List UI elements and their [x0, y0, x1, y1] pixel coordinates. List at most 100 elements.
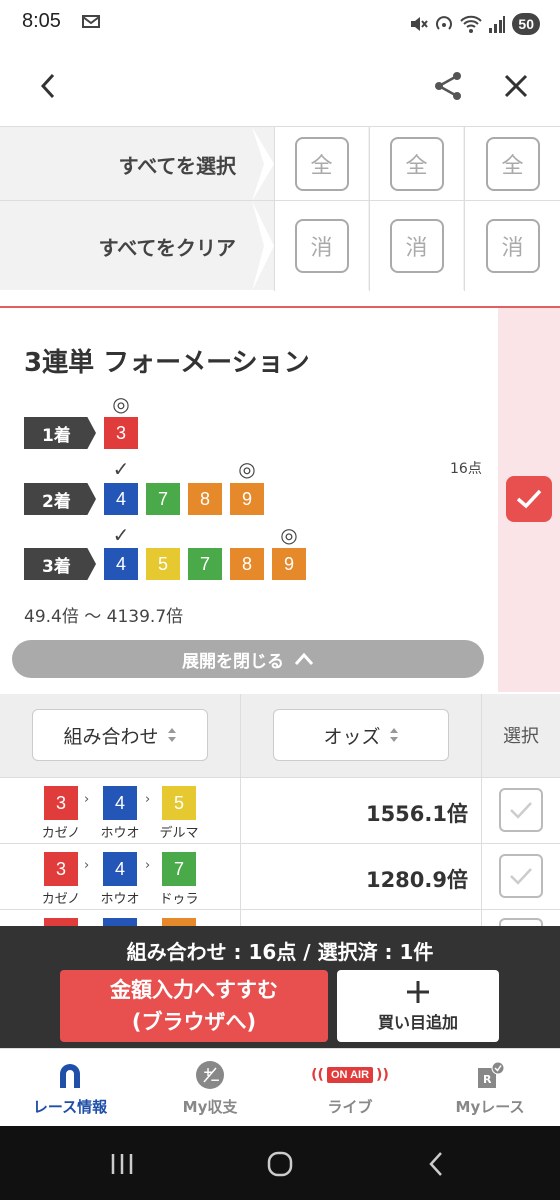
row-checkbox[interactable]	[499, 918, 543, 926]
third-number: 5	[146, 548, 180, 580]
combination-header-label: 組み合わせ	[63, 725, 159, 748]
status-bar: 8:05 50	[0, 0, 560, 48]
select-all-3-button[interactable]: 全	[485, 137, 540, 191]
tab-my-race[interactable]: R Myレース	[420, 1049, 560, 1127]
clear-all-1-button[interactable]: 消	[294, 219, 349, 273]
divider	[481, 778, 482, 844]
wifi-icon	[460, 15, 483, 33]
odds-value: 1280.9倍	[365, 868, 468, 892]
select-all-row: すべてを選択 全 全 全	[0, 126, 560, 201]
clear-all-cell-1: 消	[274, 201, 368, 291]
back-button[interactable]	[24, 62, 72, 110]
clear-all-3-button[interactable]: 消	[485, 219, 540, 273]
odds-header-label: オッズ	[323, 725, 381, 748]
close-button[interactable]	[492, 62, 540, 110]
third-number: 4	[104, 548, 138, 580]
first-place-label: 1着	[42, 425, 71, 446]
arrow-right-icon: ›	[84, 792, 90, 807]
combo-number: 3	[44, 786, 78, 820]
sort-combination-button[interactable]: 組み合わせ	[32, 709, 208, 761]
select-all-label: すべてを選択	[118, 153, 236, 178]
table-row[interactable]: 3 › 4 › 5 カゼノ ホウオ デルマ 1556.1倍	[0, 778, 560, 844]
svg-text:−: −	[210, 1073, 220, 1087]
plus-minus-icon: +−	[196, 1060, 224, 1089]
select-all-2-button[interactable]: 全	[389, 137, 444, 191]
collapse-label: 展開を閉じる	[182, 651, 284, 672]
chevron-up-icon	[294, 652, 314, 665]
clear-all-cell-3: 消	[464, 201, 560, 291]
third-number: 7	[188, 548, 222, 580]
top-bar	[0, 48, 560, 126]
signal-icon	[489, 16, 506, 33]
wave-right-icon: ))	[376, 1066, 389, 1083]
third-number: 9	[272, 548, 306, 580]
selection-summary: 組み合わせ : 16点 / 選択済 : 1件	[126, 940, 434, 964]
formation-select-checkbox[interactable]	[506, 476, 552, 522]
tab-label: Myレース	[455, 1097, 525, 1116]
clear-all-2-button[interactable]: 消	[389, 219, 444, 273]
second-number: 8	[188, 483, 222, 515]
select-all-cell-1: 全	[274, 127, 368, 201]
collapse-button[interactable]: 展開を閉じる	[12, 640, 484, 678]
honmei-mark-icon: ◎	[280, 523, 298, 547]
battery-level: 50	[512, 13, 540, 35]
horse-name: ホウオ	[100, 826, 140, 841]
table-row[interactable]	[0, 910, 560, 926]
row-arrow-icon	[252, 127, 274, 201]
honmei-mark-icon: ◎	[112, 392, 130, 416]
combo-number: 4	[103, 786, 137, 820]
back-icon	[429, 1152, 442, 1176]
arrow-right-icon: ›	[145, 792, 151, 807]
tab-label: レース情報	[32, 1097, 108, 1116]
horseshoe-icon	[60, 1063, 80, 1088]
second-number: 4	[104, 483, 138, 515]
second-place-tag: 2着	[24, 483, 96, 515]
tab-live[interactable]: (( ON AIR )) ライブ	[280, 1049, 420, 1127]
close-icon	[504, 74, 528, 98]
honmei-mark-icon: ◎	[238, 457, 256, 481]
clear-all-cell-2: 消	[369, 201, 463, 291]
row-checkbox[interactable]	[499, 854, 543, 898]
tab-bar: レース情報 + − My収支 (( ON AIR )) ライブ R Myレース	[0, 1048, 560, 1126]
sort-icon	[389, 728, 398, 742]
select-all-cell-2: 全	[369, 127, 463, 201]
divider	[240, 694, 241, 778]
sort-odds-button[interactable]: オッズ	[273, 709, 449, 761]
combo-number: 5	[162, 786, 196, 820]
home-button[interactable]	[252, 1144, 308, 1184]
add-bet-label: 買い目追加	[377, 1013, 458, 1032]
second-number: 7	[146, 483, 180, 515]
horse-name: ドゥラ	[159, 892, 199, 907]
combo-number: 4	[103, 852, 137, 886]
combo-number: 7	[162, 852, 196, 886]
second-number: 9	[230, 483, 264, 515]
recent-apps-button[interactable]	[94, 1144, 150, 1184]
mail-notification-icon	[82, 15, 100, 28]
third-number: 8	[230, 548, 264, 580]
wave-left-icon: ((	[311, 1066, 324, 1083]
home-icon	[267, 1151, 293, 1177]
tab-my-balance[interactable]: + − My収支	[140, 1049, 280, 1127]
system-back-button[interactable]	[408, 1144, 464, 1184]
divider	[240, 910, 241, 926]
table-header: 組み合わせ オッズ 選択	[0, 694, 560, 778]
proceed-to-amount-button[interactable]: 金額入力へすすむ (ブラウザへ)	[60, 970, 328, 1042]
row-checkbox[interactable]	[499, 788, 543, 832]
add-bet-button[interactable]: 買い目追加	[337, 970, 499, 1042]
tab-race-info[interactable]: レース情報	[0, 1049, 140, 1127]
tab-label: ライブ	[327, 1097, 373, 1116]
combo-number: 3	[44, 852, 78, 886]
chevron-left-icon	[40, 73, 55, 99]
table-row[interactable]: 3 › 4 › 7 カゼノ ホウオ ドゥラ 1280.9倍	[0, 844, 560, 910]
proceed-label-line1: 金額入力へすすむ	[110, 978, 278, 1002]
first-number: 3	[104, 417, 138, 449]
second-place-label: 2着	[42, 491, 71, 512]
combo-number	[103, 918, 137, 926]
select-all-1-button[interactable]: 全	[294, 137, 349, 191]
share-button[interactable]	[424, 62, 472, 110]
on-air-icon: (( ON AIR ))	[311, 1060, 389, 1090]
sort-icon	[167, 728, 176, 742]
check-mark-icon: ✓	[112, 457, 130, 481]
recent-apps-icon	[111, 1154, 133, 1174]
clear-all-row: すべてをクリア 消 消 消	[0, 200, 560, 291]
